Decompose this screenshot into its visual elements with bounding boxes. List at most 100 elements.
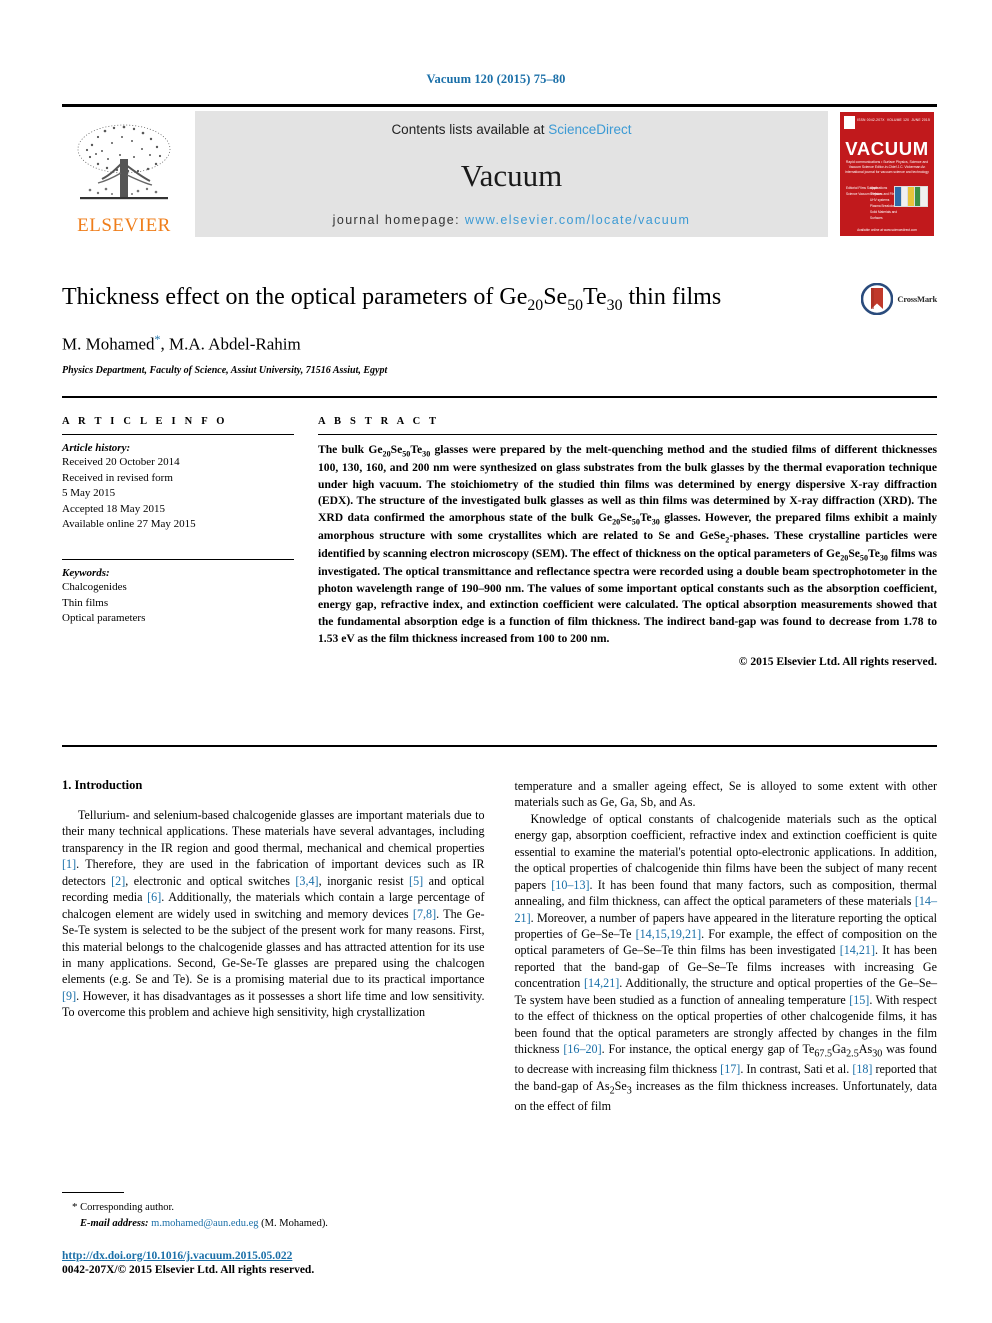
keywords-label: Keywords: (62, 567, 110, 580)
journal-cover-image: ISSN 0042-207X VOLUME 120 JUNE 2015 VACU… (840, 112, 934, 236)
intro-paragraph-left: Tellurium- and selenium-based chalcogeni… (62, 807, 485, 1021)
keyword-item: Chalcogenides (62, 581, 127, 594)
sciencedirect-link[interactable]: ScienceDirect (548, 122, 631, 137)
doi-link[interactable]: http://dx.doi.org/10.1016/j.vacuum.2015.… (62, 1250, 314, 1262)
abs-seg: Se (848, 547, 860, 561)
history-line: 5 May 2015 (62, 487, 116, 500)
citation-ref[interactable]: [3,4] (295, 874, 318, 888)
abs-sub: 30 (879, 553, 888, 563)
abs-seg: The bulk Ge (318, 443, 383, 456)
abstract-column: A B S T R A C T The bulk Ge20Se50Te30 gl… (318, 404, 937, 668)
abs-sub: 50 (859, 553, 869, 563)
footnote-corresponding-text: Corresponding author. (80, 1202, 175, 1213)
intro-paragraph-right-cont: temperature and a smaller ageing effect,… (514, 779, 938, 810)
footer-doi-block: http://dx.doi.org/10.1016/j.vacuum.2015.… (62, 1250, 314, 1276)
abs-sub: 20 (382, 449, 391, 459)
cover-date: JUNE 2015 (911, 118, 930, 122)
cover-artwork-icon (894, 186, 928, 207)
homepage-prefix: journal homepage: (332, 213, 465, 227)
citation-ref[interactable]: [14,15,19,21] (636, 927, 702, 941)
citation-ref[interactable]: [10–13] (551, 878, 589, 892)
journal-cover: ISSN 0042-207X VOLUME 120 JUNE 2015 VACU… (837, 111, 937, 237)
keyword-item: Thin films (62, 596, 109, 609)
abs-seg: Se (620, 511, 632, 525)
citation-ref[interactable]: [14,21] (584, 976, 619, 990)
p-seg: . However, it has disadvantages as it po… (62, 988, 485, 1020)
footnote-rule (62, 1192, 124, 1193)
citation-ref[interactable]: [14,21] (840, 943, 875, 957)
history-line: Accepted 18 May 2015 (62, 502, 165, 515)
keywords-rule (62, 559, 294, 561)
cover-top-strip: ISSN 0042-207X VOLUME 120 JUNE 2015 (844, 116, 930, 130)
body-column-right: temperature and a smaller ageing effect,… (515, 778, 938, 1114)
abstract-copyright: © 2015 Elsevier Ltd. All rights reserved… (738, 654, 937, 668)
citation-ref[interactable]: [17] (720, 1062, 740, 1076)
citation-ref[interactable]: [5] (409, 874, 423, 888)
body-column-left: 1. Introduction Tellurium- and selenium-… (62, 778, 485, 1114)
abs-seg: Te (410, 443, 423, 456)
keyword-item: Optical parameters (62, 612, 146, 625)
masthead-center: Contents lists available at ScienceDirec… (195, 111, 828, 237)
p-seg: Tellurium- and selenium-based chalcogeni… (62, 808, 485, 855)
article-info-heading: A R T I C L E I N F O (62, 416, 228, 427)
crossmark-label: CrossMark (897, 294, 937, 304)
citation-ref[interactable]: [1] (62, 857, 76, 871)
p-seg: As (858, 1042, 873, 1056)
author-primary: M. Mohamed (62, 334, 155, 354)
history-line: Available online 27 May 2015 (62, 518, 196, 531)
abs-seg: Te (639, 511, 652, 525)
info-abstract-band: A R T I C L E I N F O Article history: R… (62, 404, 937, 668)
p-seg: Ga (832, 1042, 847, 1056)
abstract-body: The bulk Ge20Se50Te30 glasses were prepa… (318, 442, 937, 648)
crossmark-badge[interactable]: CrossMark (861, 283, 937, 315)
contents-prefix: Contents lists available at (391, 122, 549, 137)
title-sub-te: 30 (606, 296, 623, 314)
citation-ref[interactable]: [9] (62, 989, 76, 1003)
citation-ref[interactable]: [7,8] (413, 907, 436, 921)
page-title: Thickness effect on the optical paramete… (62, 283, 937, 315)
elsevier-tree-icon (77, 124, 171, 200)
crossmark-icon (861, 283, 894, 315)
cover-publisher-mark-icon (844, 116, 855, 129)
author-secondary: , M.A. Abdel-Rahim (160, 334, 301, 354)
title-sub-ge: 20 (527, 296, 544, 314)
abstract-band-top-rule (62, 396, 937, 398)
citation-ref[interactable]: [15] (849, 993, 869, 1007)
paper-page: Vacuum 120 (2015) 75–80 ELSEVIER Content… (0, 0, 992, 1323)
abstract-band-bottom-rule (62, 745, 937, 747)
citation-ref[interactable]: [16–20] (563, 1042, 601, 1056)
footnote-email-link[interactable]: m.mohamed@aun.edu.eg (151, 1218, 258, 1229)
elsevier-logo: ELSEVIER (62, 111, 186, 237)
abs-sub: 30 (651, 517, 660, 527)
corresponding-author-footnote: * Corresponding author. E-mail address: … (62, 1192, 482, 1232)
p-seg: , inorganic resist (318, 873, 410, 888)
masthead-top-rule (62, 104, 937, 107)
journal-homepage-line: journal homepage: www.elsevier.com/locat… (333, 213, 691, 227)
title-seg-1: Thickness effect on the optical paramete… (62, 284, 528, 310)
author-list: M. Mohamed*, M.A. Abdel-Rahim (62, 332, 937, 355)
p-sub: 2.5 (846, 1048, 859, 1060)
cover-volume: VOLUME 120 (886, 118, 910, 122)
title-seg-4: thin films (622, 284, 722, 310)
footnote-email-label: E-mail address: (80, 1217, 149, 1229)
elsevier-wordmark: ELSEVIER (77, 215, 171, 236)
p-seg: , electronic and optical switches (125, 873, 296, 888)
journal-homepage-link[interactable]: www.elsevier.com/locate/vacuum (465, 213, 690, 227)
citation-ref[interactable]: [18] (852, 1062, 872, 1076)
running-head: Vacuum 120 (2015) 75–80 (426, 72, 566, 86)
title-seg-3: Te (583, 284, 607, 310)
p-sub: 30 (872, 1048, 883, 1060)
citation-ref[interactable]: [6] (147, 890, 161, 904)
abs-sub: 20 (612, 517, 621, 527)
abs-sub: 50 (631, 517, 640, 527)
footnote-email-line: E-mail address: m.mohamed@aun.edu.eg (M.… (62, 1216, 482, 1232)
p-seg: . In contrast, Sati et al. (740, 1062, 853, 1077)
title-seg-2: Se (543, 284, 568, 310)
history-line: Received in revised form (62, 471, 173, 484)
abs-seg: Te (868, 547, 880, 561)
citation-ref[interactable]: [2] (111, 874, 125, 888)
cover-footer: Available online at www.sciencedirect.co… (857, 228, 917, 232)
intro-paragraph-right-2: Knowledge of optical constants of chalco… (515, 811, 938, 1114)
footnote-corresponding: * Corresponding author. (62, 1199, 482, 1216)
